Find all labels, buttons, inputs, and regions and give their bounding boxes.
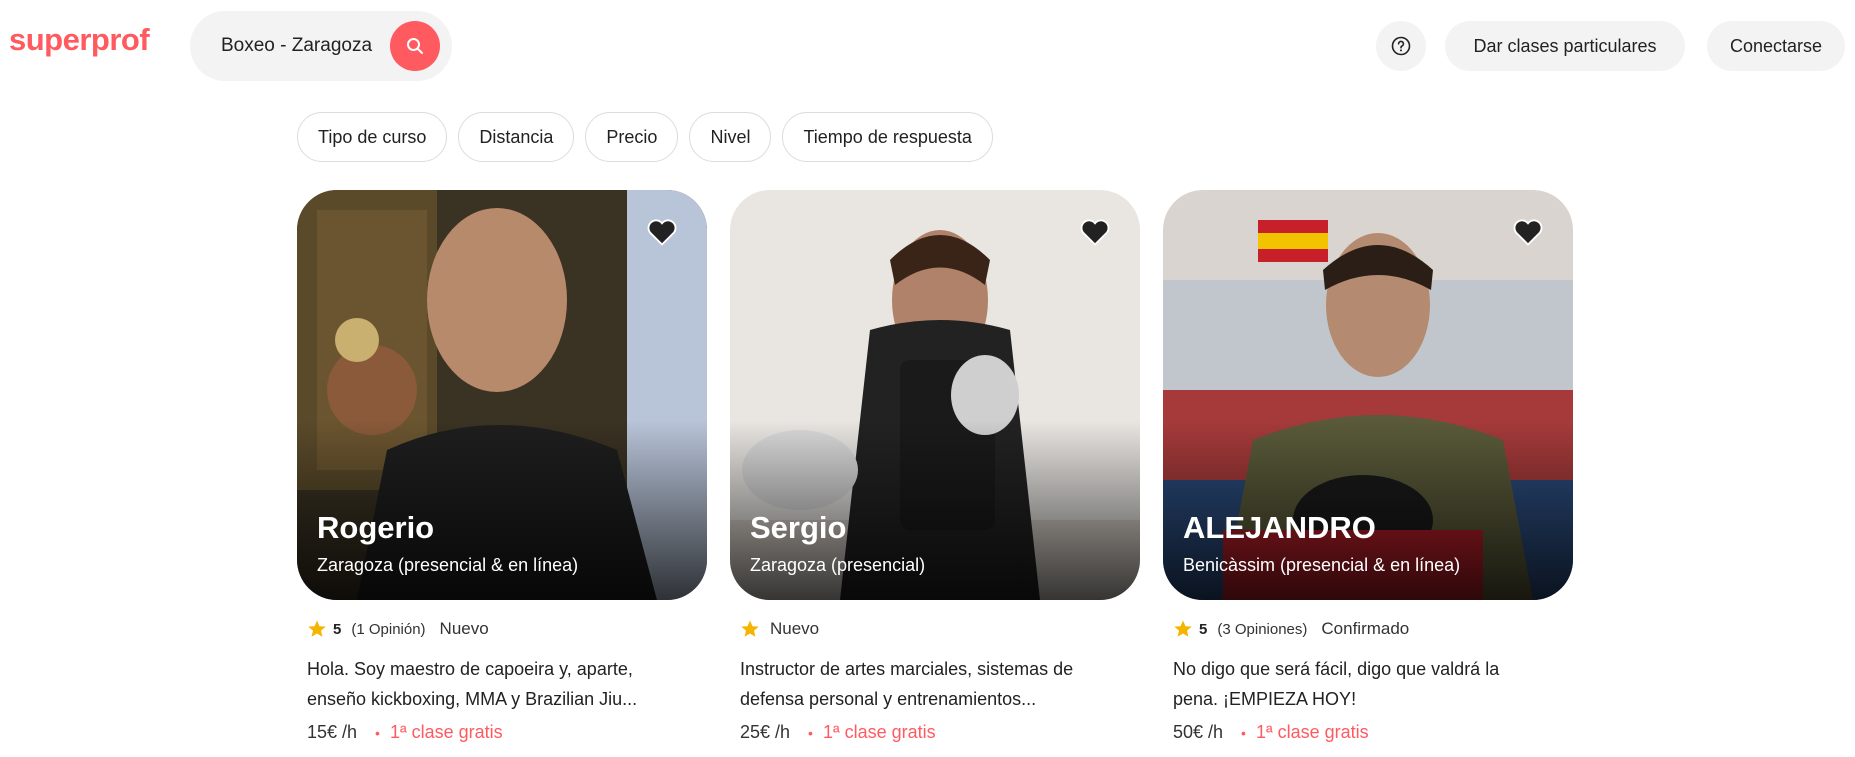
tutor-photo[interactable]: ALEJANDRO Benicàssim (presencial & en lí…	[1163, 190, 1573, 600]
tutor-card[interactable]: Sergio Zaragoza (presencial) Nuevo Instr…	[730, 190, 1140, 743]
tutor-location: Zaragoza (presencial)	[750, 555, 926, 575]
favorite-heart-icon[interactable]	[1513, 218, 1543, 246]
rating-value: 5	[1199, 620, 1208, 638]
search-icon	[407, 38, 423, 54]
search-button[interactable]	[390, 21, 440, 71]
tutor-description: Instructor de artes marciales, sistemas …	[740, 654, 1110, 714]
description-line: enseño kickboxing, MMA y Brazilian Jiu..…	[307, 689, 638, 709]
free-class-label: 1ª clase gratis	[1255, 722, 1369, 742]
review-count: (3 Opiniones)	[1217, 620, 1308, 638]
separator-dot: •	[808, 724, 813, 741]
description-line: pena. ¡EMPIEZA HOY!	[1173, 689, 1357, 709]
tutor-status: Confirmado	[1321, 619, 1410, 638]
search-input[interactable]: Boxeo - Zaragoza	[221, 35, 372, 57]
tutor-card[interactable]: ALEJANDRO Benicàssim (presencial & en lí…	[1163, 190, 1573, 743]
separator-dot: •	[1241, 724, 1246, 741]
star-icon	[1174, 620, 1192, 637]
tutor-meta: Nuevo	[740, 618, 1140, 640]
tutor-description: Hola. Soy maestro de capoeira y, aparte,…	[307, 654, 677, 714]
help-icon	[1391, 36, 1411, 56]
filter-level[interactable]: Nivel	[689, 112, 772, 162]
filter-price[interactable]: Precio	[585, 112, 679, 162]
tutor-name: Rogerio	[317, 510, 435, 545]
filter-bar: Tipo de curso Distancia Precio Nivel Tie…	[297, 112, 993, 162]
tutor-meta: 5 (1 Opinión) Nuevo	[307, 618, 707, 640]
hourly-price: 50€ /h	[1173, 722, 1224, 742]
price-row: 50€ /h • 1ª clase gratis	[1173, 722, 1573, 743]
tutor-meta: 5 (3 Opiniones) Confirmado	[1173, 618, 1573, 640]
description-line: Hola. Soy maestro de capoeira y, aparte,	[307, 659, 633, 679]
tutor-name: Sergio	[750, 510, 847, 545]
tutor-card[interactable]: Rogerio Zaragoza (presencial & en línea)…	[297, 190, 707, 743]
tutor-location: Benicàssim (presencial & en línea)	[1183, 555, 1461, 575]
superprof-logo[interactable]: superprof	[9, 22, 150, 58]
tutor-status: Nuevo	[770, 619, 820, 638]
description-line: No digo que será fácil, digo que valdrá …	[1173, 659, 1500, 679]
hourly-price: 25€ /h	[740, 722, 791, 742]
filter-course-type[interactable]: Tipo de curso	[297, 112, 448, 162]
top-header: superprof Boxeo - Zaragoza Dar clases pa…	[0, 0, 1855, 92]
tutor-photo[interactable]: Rogerio Zaragoza (presencial & en línea)	[297, 190, 707, 600]
help-button[interactable]	[1376, 21, 1426, 71]
price-row: 25€ /h • 1ª clase gratis	[740, 722, 1140, 743]
description-line: defensa personal y entrenamientos...	[740, 689, 1037, 709]
hourly-price: 15€ /h	[307, 722, 358, 742]
tutor-status: Nuevo	[439, 619, 489, 638]
review-count: (1 Opinión)	[351, 620, 426, 638]
filter-response-time[interactable]: Tiempo de respuesta	[782, 112, 993, 162]
favorite-heart-icon[interactable]	[647, 218, 677, 246]
rating-value: 5	[333, 620, 342, 638]
search-bar[interactable]: Boxeo - Zaragoza	[190, 11, 452, 81]
free-class-label: 1ª clase gratis	[822, 722, 936, 742]
tutor-name: ALEJANDRO	[1183, 510, 1376, 545]
teach-classes-button[interactable]: Dar clases particulares	[1445, 21, 1685, 71]
star-icon	[741, 620, 759, 637]
filter-distance[interactable]: Distancia	[458, 112, 575, 162]
description-line: Instructor de artes marciales, sistemas …	[740, 659, 1074, 679]
tutor-description: No digo que será fácil, digo que valdrá …	[1173, 654, 1543, 714]
tutor-photo[interactable]: Sergio Zaragoza (presencial)	[730, 190, 1140, 600]
tutor-location: Zaragoza (presencial & en línea)	[317, 555, 579, 575]
separator-dot: •	[375, 724, 380, 741]
login-button[interactable]: Conectarse	[1707, 21, 1845, 71]
price-row: 15€ /h • 1ª clase gratis	[307, 722, 707, 743]
free-class-label: 1ª clase gratis	[389, 722, 503, 742]
favorite-heart-icon[interactable]	[1080, 218, 1110, 246]
star-icon	[308, 620, 326, 637]
